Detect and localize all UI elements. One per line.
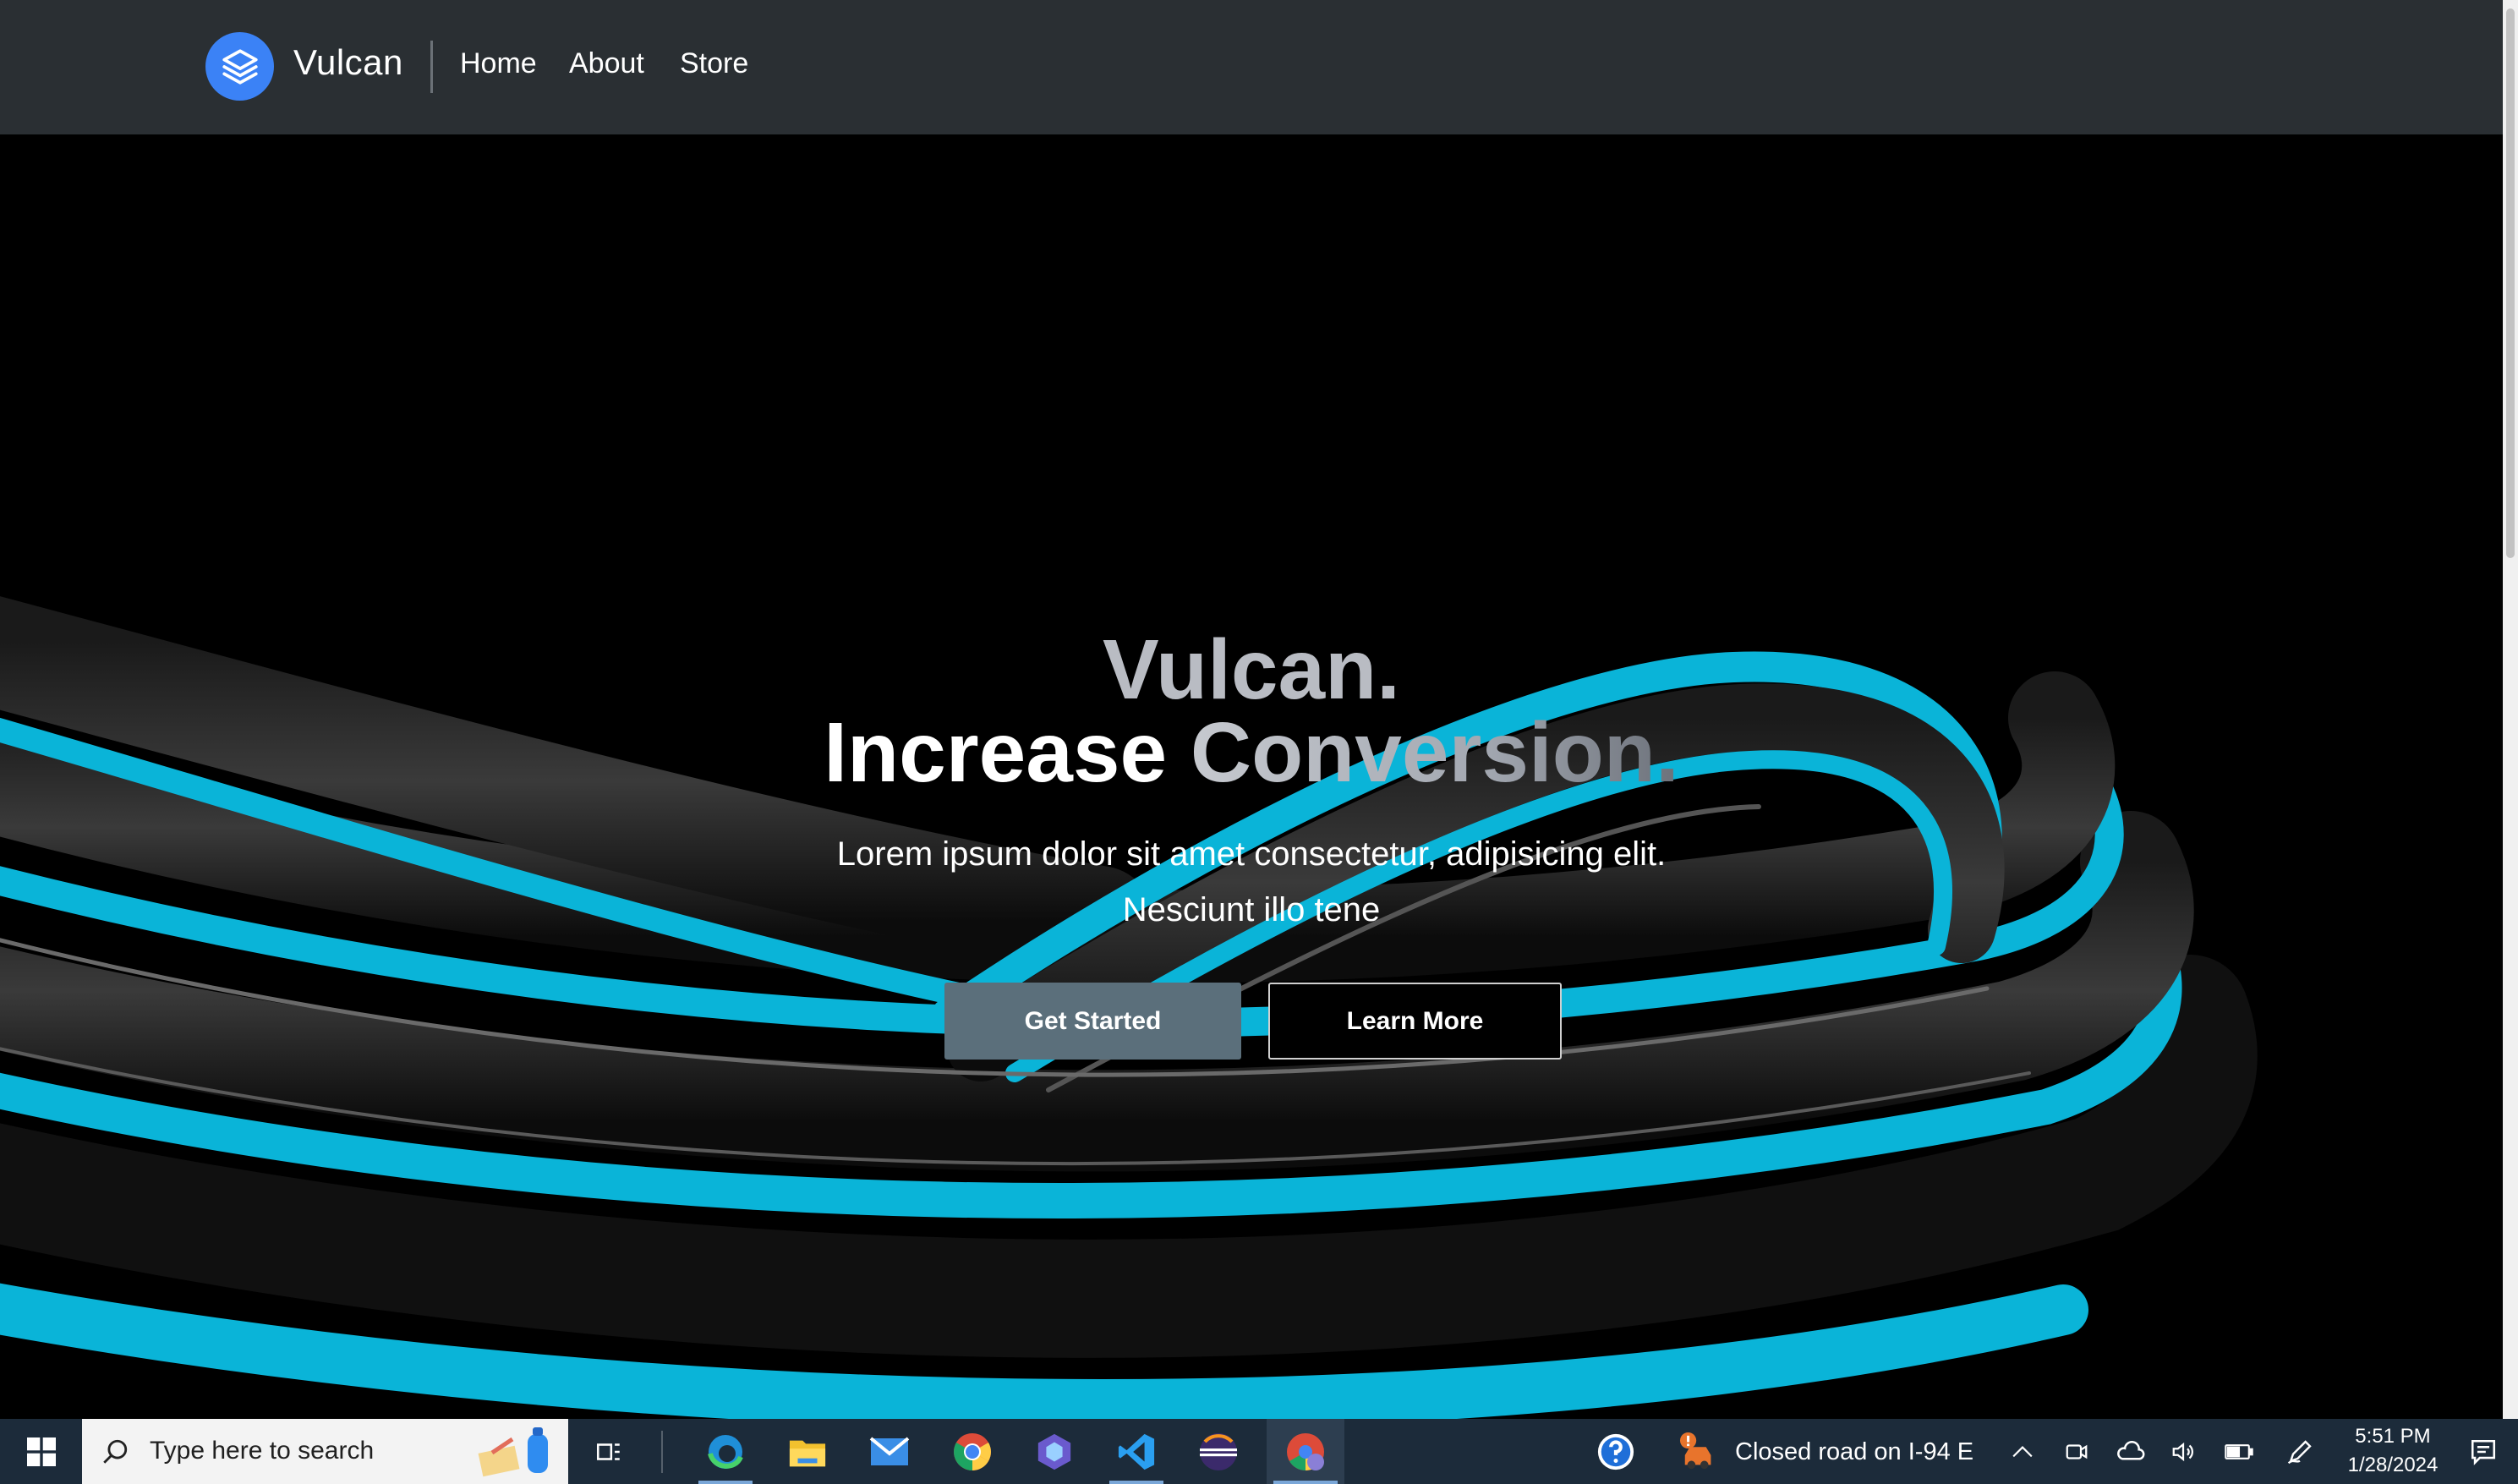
active-app-indicator [698,1481,753,1484]
page-scrollbar[interactable] [2503,0,2518,1419]
battery-icon [2225,1443,2253,1459]
chrome-icon [954,1432,991,1470]
scrollbar-thumb[interactable] [2506,8,2515,558]
hero-title-increase: Increase [824,705,1168,800]
nav-link-about[interactable]: About [569,47,644,80]
get-started-button[interactable]: Get Started [944,983,1241,1060]
hero-section: Vulcan. Increase Conversion. Lorem ipsum… [0,134,2503,1419]
taskbar-search-box[interactable]: Type here to search [82,1419,568,1484]
nav-link-store[interactable]: Store [680,47,748,80]
speaker-icon [2172,1442,2193,1461]
start-button[interactable] [0,1419,82,1484]
taskbar-divider [661,1431,663,1473]
taskbar-app-eclipse[interactable] [1185,1419,1252,1484]
hero-title-line2: Increase Conversion. [0,710,2503,795]
file-explorer-icon [789,1440,826,1466]
hero-title-conversion: Conversion. [1190,705,1679,800]
taskbar-app-copilot[interactable] [1021,1419,1088,1484]
volume-button[interactable] [2165,1419,2202,1484]
clock-button[interactable]: 5:51 PM 1/28/2024 [2342,1422,2444,1480]
taskbar-app-edge[interactable] [692,1419,759,1484]
hero-subtitle-line1: Lorem ipsum dolor sit amet consectetur, … [836,835,1667,873]
mail-icon [869,1436,910,1465]
task-view-button[interactable] [583,1419,634,1484]
clock-date: 1/28/2024 [2347,1454,2439,1476]
task-view-icon [596,1443,620,1460]
learn-more-button[interactable]: Learn More [1268,983,1562,1060]
taskbar-app-file-explorer[interactable] [774,1419,841,1484]
chevron-up-icon [2012,1445,2033,1457]
nav-divider [430,41,433,93]
windows-logo-icon [26,1437,56,1466]
logo-icon[interactable] [205,32,274,101]
meet-now-button[interactable] [2058,1419,2095,1484]
traffic-notification-text[interactable]: Closed road on I-94 E [1735,1438,1973,1466]
taskbar-app-vscode[interactable] [1103,1419,1170,1484]
navbar: Vulcan Home About Store [0,0,2503,134]
action-center-button[interactable] [2462,1419,2504,1484]
taskbar-app-chrome[interactable] [939,1419,1006,1484]
taskbar-app-chrome-profile[interactable] [1267,1419,1344,1484]
active-app-indicator [1273,1481,1338,1484]
search-highlight-illustration-icon [478,1427,548,1477]
hero-title-line1: Vulcan. [1103,622,1400,717]
pen-workspace-button[interactable] [2280,1419,2320,1484]
vscode-icon [1118,1433,1155,1470]
battery-button[interactable] [2219,1419,2259,1484]
search-placeholder: Type here to search [150,1437,375,1465]
help-icon [1597,1433,1634,1470]
hero-subtitle-line2: Nesciunt illo tene [1122,891,1381,928]
clock-time: 5:51 PM [2355,1425,2431,1448]
active-app-indicator [1109,1481,1163,1484]
taskbar-app-mail[interactable] [856,1419,923,1484]
camera-icon [2066,1443,2088,1459]
edge-icon [708,1434,743,1469]
copilot-icon [1037,1433,1071,1470]
windows-taskbar: Type here to search Closed road on I-94 … [0,1419,2518,1484]
pen-icon [2287,1439,2312,1464]
show-hidden-icons-button[interactable] [2004,1419,2041,1484]
nav-link-home[interactable]: Home [460,47,537,80]
hero-subtitle: Lorem ipsum dolor sit amet consectetur, … [0,826,2503,938]
notification-icon [2471,1439,2496,1465]
car-alert-icon [1680,1432,1711,1469]
traffic-alert-button[interactable] [1676,1419,1723,1484]
brand-name[interactable]: Vulcan [293,42,403,83]
help-button[interactable] [1590,1419,1642,1484]
search-icon [103,1439,128,1464]
eclipse-icon [1200,1432,1237,1470]
cloud-sync-icon [2117,1440,2145,1460]
onedrive-button[interactable] [2110,1419,2151,1484]
chrome-profile-icon [1287,1432,1324,1470]
